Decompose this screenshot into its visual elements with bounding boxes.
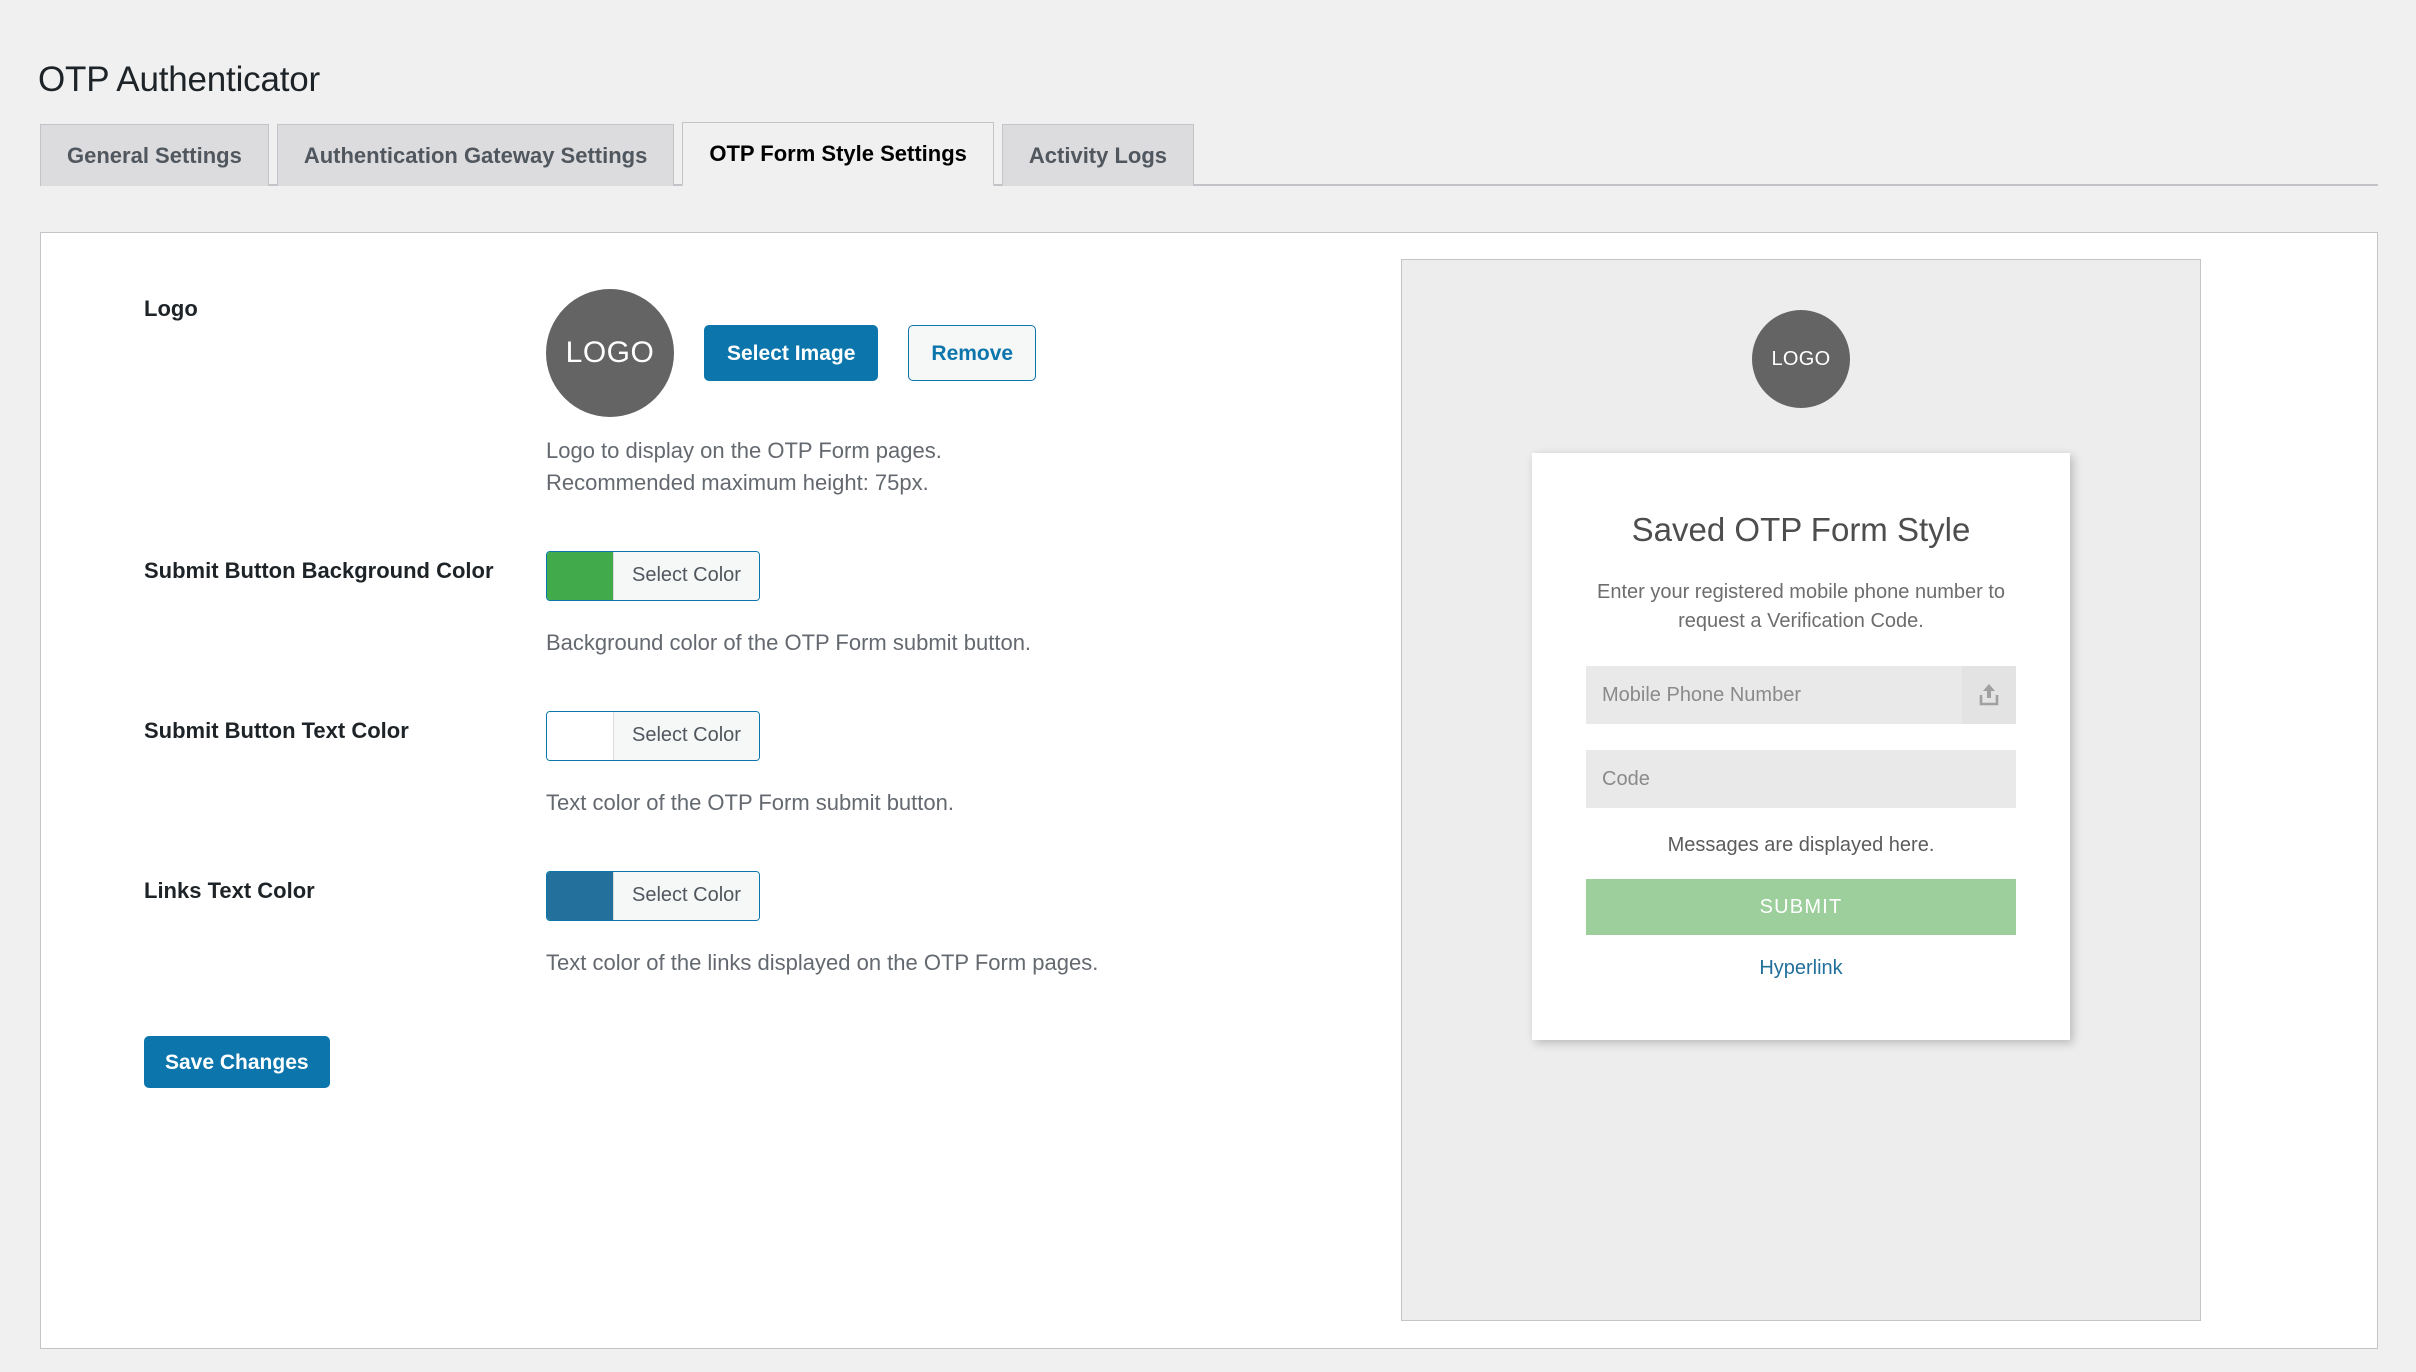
- submit-button-text-color-description: Text color of the OTP Form submit button…: [546, 789, 954, 815]
- links-text-color-picker[interactable]: Select Color: [546, 870, 760, 921]
- settings-content-card: Logo LOGO Select Image Remove Logo to di…: [40, 232, 2378, 1349]
- setting-label-submit-button-text-color: Submit Button Text Color: [144, 717, 409, 743]
- setting-row-submit-button-text-color: Submit Button Text Color Select Color Te…: [106, 685, 1376, 845]
- upload-icon-addon[interactable]: [1962, 666, 2016, 725]
- links-text-color-swatch[interactable]: [547, 871, 613, 920]
- preview-phone-placeholder: Mobile Phone Number: [1602, 683, 1801, 706]
- preview-otp-card: Saved OTP Form Style Enter your register…: [1532, 453, 2070, 1041]
- logo-control-line: LOGO Select Image Remove: [546, 289, 1366, 417]
- logo-description-line2: Recommended maximum height: 75px.: [546, 469, 929, 495]
- logo-description: Logo to display on the OTP Form pages. R…: [546, 435, 1366, 499]
- preview-otp-subtitle: Enter your registered mobile phone numbe…: [1596, 581, 2005, 633]
- upload-icon: [1979, 684, 1999, 706]
- preview-logo-avatar: LOGO: [1752, 310, 1850, 408]
- save-changes-button[interactable]: Save Changes: [144, 1036, 330, 1089]
- tab-activity-logs[interactable]: Activity Logs: [1001, 124, 1195, 186]
- submit-button-background-color-description: Background color of the OTP Form submit …: [546, 629, 1032, 655]
- setting-row-submit-button-background-color: Submit Button Background Color Select Co…: [106, 525, 1376, 685]
- setting-label-submit-button-background-color: Submit Button Background Color: [144, 557, 494, 583]
- links-text-color-description: Text color of the links displayed on the…: [546, 949, 1099, 975]
- submit-button-background-select-color-label[interactable]: Select Color: [613, 551, 759, 600]
- otp-form-preview-panel: LOGO Saved OTP Form Style Enter your reg…: [1401, 259, 2201, 1321]
- preview-code-field[interactable]: Code: [1586, 750, 2016, 809]
- page-title: OTP Authenticator: [38, 60, 320, 100]
- logo-preview-avatar: LOGO: [546, 289, 674, 417]
- save-changes-row: Save Changes: [106, 1004, 1376, 1089]
- setting-row-links-text-color: Links Text Color Select Color Text color…: [106, 845, 1376, 1005]
- preview-hyperlink[interactable]: Hyperlink: [1586, 957, 2016, 980]
- select-image-button[interactable]: Select Image: [704, 325, 879, 381]
- tab-authentication-gateway-settings[interactable]: Authentication Gateway Settings: [276, 124, 675, 186]
- remove-logo-button[interactable]: Remove: [908, 325, 1037, 381]
- setting-row-logo: Logo LOGO Select Image Remove Logo to di…: [106, 263, 1376, 525]
- settings-tab-bar: General Settings Authentication Gateway …: [40, 118, 2378, 186]
- otp-form-style-settings-form: Logo LOGO Select Image Remove Logo to di…: [106, 263, 1376, 1089]
- submit-button-background-color-swatch[interactable]: [547, 551, 613, 600]
- preview-otp-title: Saved OTP Form Style: [1631, 511, 1971, 548]
- preview-message-area: Messages are displayed here.: [1667, 834, 1935, 857]
- logo-description-line1: Logo to display on the OTP Form pages.: [546, 438, 942, 463]
- tab-general-settings[interactable]: General Settings: [40, 124, 269, 186]
- preview-submit-button[interactable]: SUBMIT: [1586, 879, 2016, 936]
- links-text-select-color-label[interactable]: Select Color: [613, 871, 759, 920]
- submit-button-text-color-swatch[interactable]: [547, 711, 613, 760]
- preview-code-placeholder: Code: [1602, 767, 1650, 790]
- tab-otp-form-style-settings[interactable]: OTP Form Style Settings: [682, 122, 994, 186]
- preview-phone-field[interactable]: Mobile Phone Number: [1586, 666, 2016, 725]
- submit-button-text-select-color-label[interactable]: Select Color: [613, 711, 759, 760]
- submit-button-text-color-picker[interactable]: Select Color: [546, 710, 760, 761]
- submit-button-background-color-picker[interactable]: Select Color: [546, 550, 760, 601]
- setting-label-logo: Logo: [144, 296, 198, 321]
- setting-label-links-text-color: Links Text Color: [144, 877, 315, 903]
